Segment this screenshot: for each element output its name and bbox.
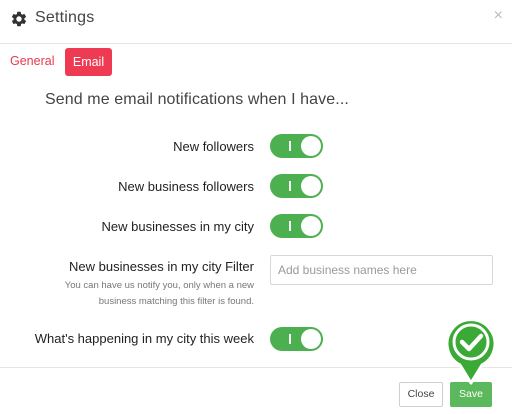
close-icon[interactable]: × [494,7,503,25]
setting-label-new-businesses-city: New businesses in my city [101,219,254,234]
setting-label-new-business-followers: New business followers [118,179,254,194]
setting-label-whats-happening: What's happening in my city this week [34,331,254,346]
tab-email[interactable]: Email [65,48,112,76]
toggle-knob [301,329,321,349]
business-filter-input[interactable] [270,255,493,285]
toggle-whats-happening[interactable] [270,327,323,351]
toggle-on-indicator [289,141,291,151]
setting-label-new-followers: New followers [173,139,254,154]
toggle-new-followers[interactable] [270,134,323,158]
tab-bar: General Email [0,48,512,76]
close-button[interactable]: Close [399,382,443,407]
section-heading: Send me email notifications when I have.… [45,91,349,108]
filter-label: New businesses in my city Filter [69,259,254,274]
modal-title: Settings [35,9,95,26]
toggle-new-businesses-city[interactable] [270,214,323,238]
checkmark-marker-icon [445,318,497,385]
toggle-on-indicator [289,221,291,231]
toggle-on-indicator [289,181,291,191]
gear-icon [11,11,27,27]
tab-general[interactable]: General [10,54,54,68]
settings-modal: Settings × General Email Send me email n… [0,0,512,414]
toggle-knob [301,176,321,196]
modal-header: Settings × [0,0,512,44]
toggle-knob [301,136,321,156]
save-button[interactable]: Save [450,382,492,407]
toggle-on-indicator [289,334,291,344]
toggle-knob [301,216,321,236]
filter-help-text: You can have us notify you, only when a … [64,280,254,307]
toggle-new-business-followers[interactable] [270,174,323,198]
